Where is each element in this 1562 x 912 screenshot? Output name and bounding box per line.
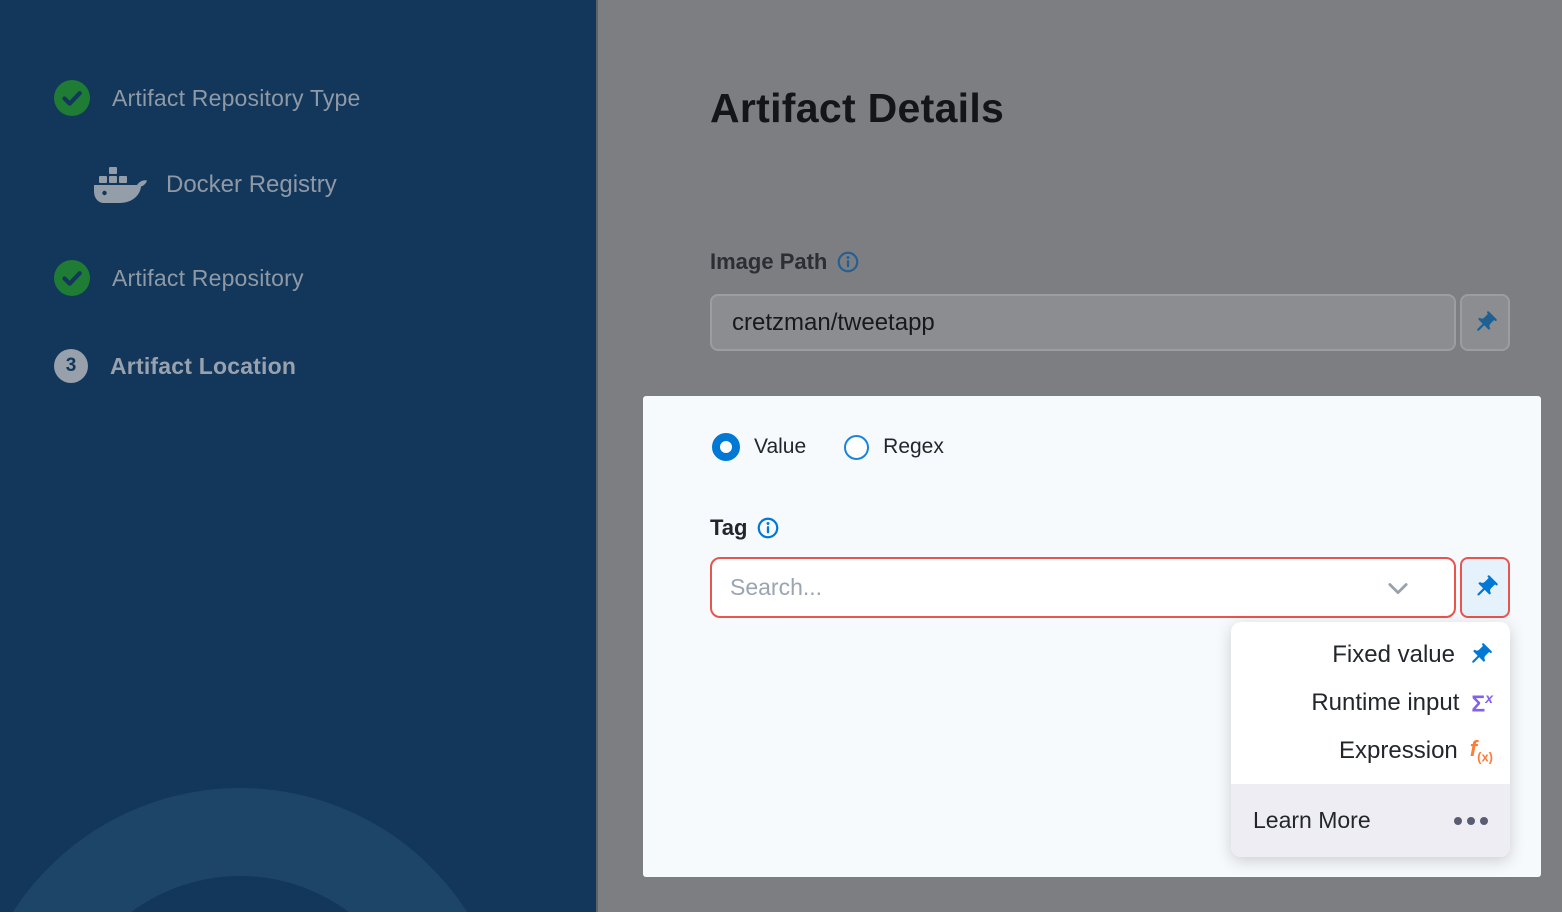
input-type-menu-items: Fixed value Runtime input Σx Expression … — [1231, 622, 1510, 775]
pin-icon — [1467, 642, 1493, 668]
image-path-label: Image Path — [710, 249, 827, 275]
check-circle-icon — [54, 260, 90, 296]
info-icon[interactable] — [757, 517, 779, 539]
pin-icon — [1472, 310, 1498, 336]
menu-item-expression[interactable]: Expression f(x) — [1231, 727, 1510, 775]
pin-icon — [1472, 574, 1499, 601]
sidebar-step-artifact-repository[interactable]: Artifact Repository — [54, 260, 304, 296]
menu-footer: Learn More — [1231, 784, 1510, 857]
menu-item-runtime-input[interactable]: Runtime input Σx — [1231, 679, 1510, 727]
image-path-input[interactable] — [710, 294, 1456, 351]
radio-unselected-icon — [844, 435, 869, 460]
tag-pin-button[interactable] — [1460, 557, 1510, 618]
menu-item-label: Fixed value — [1332, 641, 1455, 669]
image-path-pin-button[interactable] — [1460, 294, 1510, 351]
step-number-badge: 3 — [54, 349, 88, 383]
radio-regex[interactable]: Regex — [844, 435, 944, 460]
check-circle-icon — [54, 80, 90, 116]
sidebar-step-artifact-repository-type[interactable]: Artifact Repository Type — [54, 80, 361, 116]
sidebar-step-artifact-location[interactable]: 3 Artifact Location — [54, 349, 296, 383]
ellipsis-icon[interactable] — [1454, 817, 1488, 825]
step-label: Artifact Repository — [112, 265, 304, 292]
wizard-sidebar: Artifact Repository Type Docker Registry… — [0, 0, 598, 912]
menu-item-label: Runtime input — [1311, 689, 1459, 717]
step-label: Artifact Repository Type — [112, 85, 361, 112]
fx-icon: f(x) — [1470, 738, 1493, 763]
tag-type-radio-group: Value Regex — [712, 433, 944, 461]
page-title: Artifact Details — [710, 85, 1004, 132]
tag-label: Tag — [710, 515, 747, 541]
menu-item-label: Expression — [1339, 737, 1458, 765]
decorative-ring — [0, 788, 510, 912]
sigma-x-icon: Σx — [1471, 691, 1493, 716]
menu-item-fixed-value[interactable]: Fixed value — [1231, 631, 1510, 679]
substep-label: Docker Registry — [166, 171, 337, 199]
tag-search-field — [710, 557, 1456, 618]
chevron-down-icon[interactable] — [1384, 574, 1412, 602]
image-path-label-row: Image Path — [710, 249, 859, 275]
info-icon[interactable] — [837, 251, 859, 273]
radio-value[interactable]: Value — [712, 433, 806, 461]
learn-more-link[interactable]: Learn More — [1253, 807, 1371, 834]
radio-label: Regex — [883, 435, 944, 459]
step-label: Artifact Location — [110, 353, 296, 380]
radio-selected-icon — [712, 433, 740, 461]
input-type-menu: Fixed value Runtime input Σx Expression … — [1231, 622, 1510, 857]
tag-label-row: Tag — [710, 515, 779, 541]
radio-label: Value — [754, 435, 806, 459]
sidebar-substep-docker-registry[interactable]: Docker Registry — [92, 164, 337, 206]
tag-search-input[interactable] — [730, 574, 1384, 601]
docker-whale-icon — [92, 164, 148, 206]
